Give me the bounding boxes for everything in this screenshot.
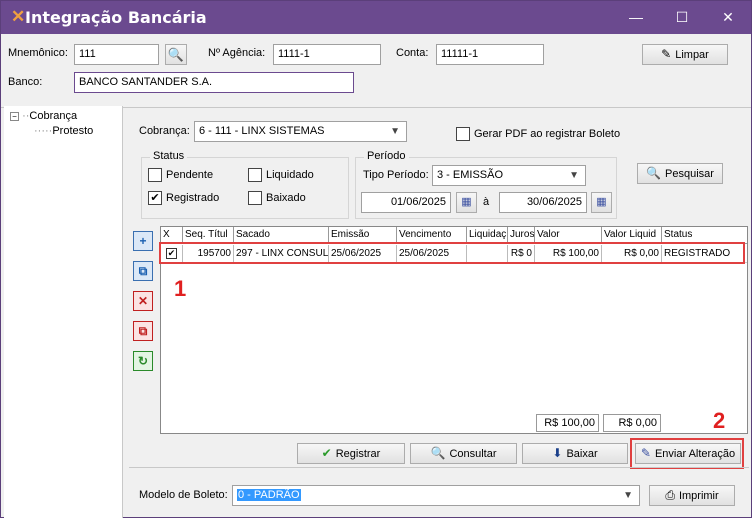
pesquisar-button[interactable]: 🔍 Pesquisar: [637, 163, 723, 184]
consultar-label: Consultar: [449, 448, 497, 460]
consultar-button[interactable]: 🔍 Consultar: [410, 443, 517, 464]
add-multiple-icon[interactable]: ⧉: [133, 261, 153, 281]
registrar-button[interactable]: ✔ Registrar: [297, 443, 405, 464]
imprimir-label: Imprimir: [678, 490, 719, 502]
registrar-label: Registrar: [335, 448, 381, 460]
banco-label: Banco:: [8, 76, 43, 88]
registrado-checkbox[interactable]: ✔: [148, 191, 162, 205]
total-valor: R$ 100,00: [536, 414, 599, 432]
annotation-2: 2: [713, 408, 726, 433]
maximize-button[interactable]: ☐: [659, 1, 705, 34]
tree-item-label: Cobrança: [29, 110, 78, 122]
window-title: Integração Bancária: [25, 8, 207, 27]
eraser-icon: ✎: [661, 47, 672, 61]
magnifier-icon: 🔍: [167, 47, 185, 62]
chevron-down-icon: ▼: [569, 170, 579, 181]
delete-multiple-icon[interactable]: ⧉: [133, 321, 153, 341]
main-window: ✕ Integração Bancária — ☐ ✕ Mnemônico: 1…: [0, 0, 752, 518]
mnemonico-field[interactable]: 111: [74, 44, 159, 65]
cobranca-label: Cobrança:: [139, 125, 190, 137]
search-mnemonico-button[interactable]: 🔍: [165, 44, 187, 65]
banco-field[interactable]: BANCO SANTANDER S.A.: [74, 72, 354, 93]
enviar-alteracao-label: Enviar Alteração: [654, 448, 736, 460]
a-label: à: [483, 196, 490, 208]
modelo-boleto-select[interactable]: 0 - PADRÃO ▼: [232, 485, 640, 506]
tipo-periodo-select[interactable]: 3 - EMISSÃO ▼: [432, 165, 586, 186]
cobranca-value: 6 - 111 - LINX SISTEMAS: [199, 125, 325, 137]
edit-document-icon: ✎: [640, 446, 651, 460]
modelo-boleto-label: Modelo de Boleto:: [139, 489, 228, 501]
tree-item-label: Protesto: [52, 125, 94, 137]
status-legend: Status: [150, 150, 188, 162]
mnemonico-label: Mnemônico:: [8, 47, 68, 59]
download-icon: ⬇: [552, 446, 563, 460]
conta-label: Conta:: [396, 47, 429, 59]
total-valor-liquido: R$ 0,00: [603, 414, 661, 432]
baixado-label: Baixado: [266, 192, 306, 204]
refresh-icon[interactable]: ↻: [133, 351, 153, 371]
baixar-button[interactable]: ⬇ Baixar: [522, 443, 628, 464]
collapse-icon[interactable]: −: [10, 112, 19, 121]
delete-record-icon[interactable]: ✕: [133, 291, 153, 311]
calendar-inicio-button[interactable]: ▦: [456, 192, 477, 213]
checkmark-icon: ✔: [321, 446, 332, 460]
limpar-label: Limpar: [675, 49, 709, 61]
app-logo-icon: ✕: [11, 7, 26, 26]
add-record-icon[interactable]: +: [133, 231, 153, 251]
registrado-label: Registrado: [166, 192, 220, 204]
minimize-button[interactable]: —: [613, 1, 659, 34]
liquidado-label: Liquidado: [266, 169, 314, 181]
row-highlight-box: [159, 242, 745, 264]
agencia-label: Nº Agência:: [208, 47, 266, 59]
conta-field[interactable]: 11111-1: [436, 44, 544, 65]
calendar-icon: ▦: [596, 196, 607, 208]
calendar-fim-button[interactable]: ▦: [591, 192, 612, 213]
tree-item-protesto[interactable]: ·····Protesto: [34, 125, 93, 137]
enviar-alteracao-button[interactable]: ✎ Enviar Alteração: [635, 443, 741, 464]
magnifier-icon: 🔍: [646, 166, 662, 180]
footer-separator: [129, 467, 749, 468]
pendente-checkbox[interactable]: [148, 168, 162, 182]
annotation-1: 1: [174, 276, 187, 301]
liquidado-checkbox[interactable]: [248, 168, 262, 182]
data-fim-field[interactable]: 30/06/2025: [499, 192, 587, 213]
gerar-pdf-checkbox[interactable]: [456, 127, 470, 141]
tree-item-cobranca[interactable]: − ··Cobrança: [10, 110, 77, 122]
chevron-down-icon: ▼: [623, 490, 633, 501]
navigation-tree: − ··Cobrança ·····Protesto: [4, 106, 123, 518]
printer-icon: ⎙: [665, 488, 675, 502]
imprimir-button[interactable]: ⎙ Imprimir: [649, 485, 735, 506]
modelo-boleto-value: 0 - PADRÃO: [237, 489, 301, 501]
calendar-icon: ▦: [461, 196, 472, 208]
title-bar: ✕ Integração Bancária — ☐ ✕: [1, 1, 751, 34]
pesquisar-label: Pesquisar: [665, 168, 714, 180]
pendente-label: Pendente: [166, 169, 214, 181]
gerar-pdf-label: Gerar PDF ao registrar Boleto: [474, 128, 621, 140]
tipo-periodo-label: Tipo Período:: [363, 169, 429, 181]
magnifier-icon: 🔍: [430, 446, 446, 460]
cobranca-select[interactable]: 6 - 111 - LINX SISTEMAS ▼: [194, 121, 407, 142]
baixar-label: Baixar: [566, 448, 598, 460]
status-group: Status: [141, 150, 349, 219]
tipo-periodo-value: 3 - EMISSÃO: [437, 169, 504, 181]
limpar-button[interactable]: ✎ Limpar: [642, 44, 728, 65]
close-button[interactable]: ✕: [705, 1, 751, 34]
periodo-legend: Período: [364, 150, 409, 162]
data-inicio-field[interactable]: 01/06/2025: [361, 192, 451, 213]
agencia-field[interactable]: 1111-1: [273, 44, 381, 65]
chevron-down-icon: ▼: [390, 126, 400, 137]
baixado-checkbox[interactable]: [248, 191, 262, 205]
